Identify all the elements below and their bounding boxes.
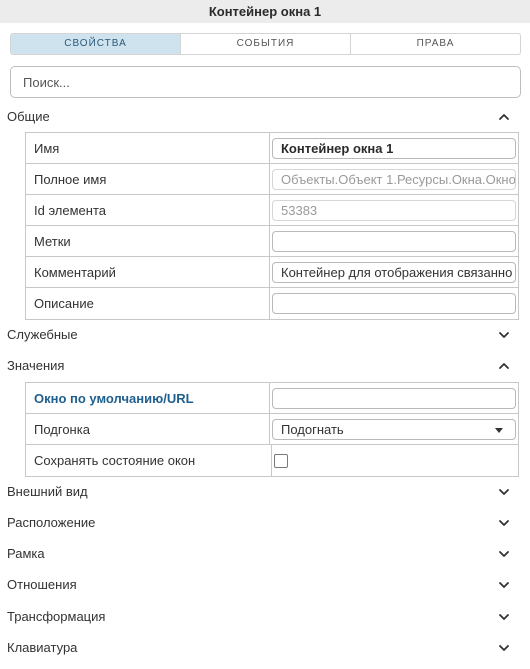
- section-appearance-header[interactable]: Внешний вид: [0, 476, 530, 507]
- section-frame-label: Рамка: [7, 546, 45, 561]
- property-label: Подгонка: [26, 414, 270, 444]
- section-values-label: Значения: [7, 358, 65, 373]
- section-relations-label: Отношения: [7, 577, 77, 592]
- chevron-down-icon[interactable]: [498, 579, 510, 591]
- full-name-field: Объекты.Объект 1.Ресурсы.Окна.Окно: [272, 168, 516, 190]
- property-row-tags: Метки: [26, 226, 518, 257]
- save-state-checkbox[interactable]: [274, 453, 288, 468]
- section-service-header[interactable]: Служебные: [0, 319, 530, 350]
- section-service-label: Служебные: [7, 327, 78, 342]
- property-label[interactable]: Окно по умолчанию/URL: [26, 383, 270, 413]
- chevron-down-icon[interactable]: [498, 517, 510, 529]
- property-label: Полное имя: [26, 164, 270, 194]
- tab-rights[interactable]: ПРАВА: [351, 34, 520, 54]
- default-window-field[interactable]: [272, 387, 516, 409]
- panel-title: Контейнер окна 1: [0, 0, 530, 23]
- property-row-comment: Комментарий Контейнер для отображения св…: [26, 257, 518, 288]
- property-label: Id элемента: [26, 195, 270, 225]
- section-values-header[interactable]: Значения: [0, 350, 530, 381]
- section-transform-header[interactable]: Трансформация: [0, 601, 530, 632]
- general-properties-table: Имя Контейнер окна 1 Полное имя Объекты.…: [25, 132, 519, 320]
- section-keyboard-label: Клавиатура: [7, 640, 78, 655]
- section-transform-label: Трансформация: [7, 609, 106, 624]
- comment-field[interactable]: Контейнер для отображения связанно: [272, 261, 516, 283]
- section-general-label: Общие: [7, 109, 50, 124]
- section-general-header[interactable]: Общие: [0, 101, 530, 132]
- section-layout-label: Расположение: [7, 515, 96, 530]
- property-row-name: Имя Контейнер окна 1: [26, 133, 518, 164]
- fit-select[interactable]: Подогнать: [272, 418, 516, 440]
- property-row-default-window: Окно по умолчанию/URL: [26, 383, 518, 414]
- property-label: Имя: [26, 133, 270, 163]
- section-relations-header[interactable]: Отношения: [0, 569, 530, 600]
- property-label: Метки: [26, 226, 270, 256]
- chevron-down-icon[interactable]: [498, 548, 510, 560]
- property-row-element-id: Id элемента 53383: [26, 195, 518, 226]
- section-layout-header[interactable]: Расположение: [0, 507, 530, 538]
- property-row-save-state: Сохранять состояние окон: [26, 445, 518, 476]
- section-frame-header[interactable]: Рамка: [0, 538, 530, 569]
- chevron-down-icon[interactable]: [498, 642, 510, 654]
- tags-field[interactable]: [272, 230, 516, 252]
- property-row-description: Описание: [26, 288, 518, 319]
- search-input[interactable]: [10, 66, 521, 98]
- chevron-down-icon[interactable]: [498, 611, 510, 623]
- chevron-up-icon[interactable]: [498, 111, 510, 123]
- tab-bar: СВОЙСТВА СОБЫТИЯ ПРАВА: [10, 33, 521, 55]
- section-keyboard-header[interactable]: Клавиатура: [0, 632, 530, 663]
- chevron-down-icon[interactable]: [498, 486, 510, 498]
- element-id-field: 53383: [272, 199, 516, 221]
- property-label: Описание: [26, 288, 270, 319]
- chevron-down-icon: [495, 427, 503, 433]
- tab-properties[interactable]: СВОЙСТВА: [11, 34, 181, 54]
- property-row-full-name: Полное имя Объекты.Объект 1.Ресурсы.Окна…: [26, 164, 518, 195]
- section-appearance-label: Внешний вид: [7, 484, 88, 499]
- name-field[interactable]: Контейнер окна 1: [272, 137, 516, 159]
- values-properties-table: Окно по умолчанию/URL Подгонка Подогнать…: [25, 382, 519, 477]
- chevron-down-icon[interactable]: [498, 329, 510, 341]
- property-label: Сохранять состояние окон: [26, 445, 272, 476]
- tab-events[interactable]: СОБЫТИЯ: [181, 34, 351, 54]
- property-label: Комментарий: [26, 257, 270, 287]
- property-row-fit: Подгонка Подогнать: [26, 414, 518, 445]
- chevron-up-icon[interactable]: [498, 360, 510, 372]
- fit-select-value: Подогнать: [281, 421, 344, 437]
- description-field[interactable]: [272, 293, 516, 314]
